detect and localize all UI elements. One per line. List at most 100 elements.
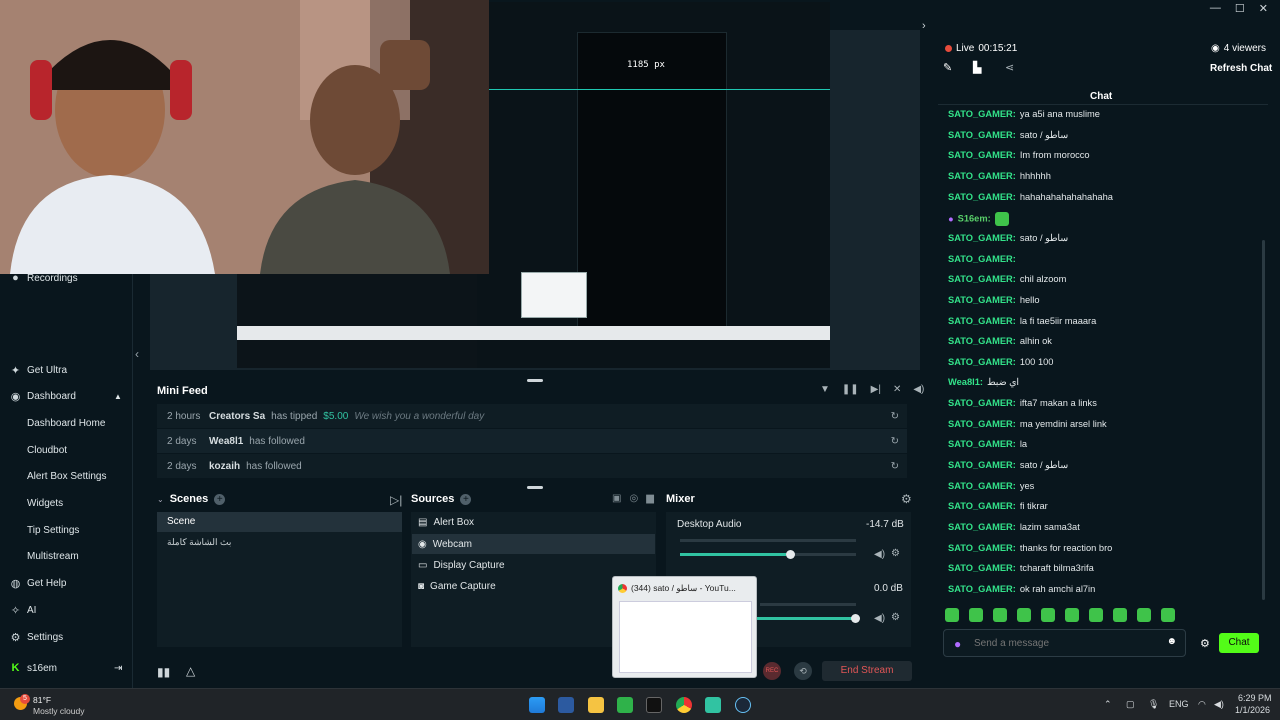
drag-handle[interactable] [527,379,543,382]
emote-icon[interactable] [1137,608,1151,622]
scene-transition-icon[interactable]: ▷| [390,493,402,507]
tray-chevron-icon[interactable]: ⌃ [1104,699,1112,710]
tray-mic-icon[interactable]: 🎙 [1148,699,1159,710]
source-item[interactable]: ▤ Alert Box [412,512,655,532]
emote-icon[interactable] [969,608,983,622]
folder-icon[interactable]: ▆ [646,493,654,504]
maximize-button[interactable]: ☐ [1235,2,1245,15]
emote-icon[interactable] [1089,608,1103,622]
nav-settings[interactable]: ⚙ Settings [10,631,64,644]
collapse-nav-icon[interactable]: ‹ [135,347,139,361]
dashboard-icon[interactable]: ▙ [973,61,981,74]
tray-app-icon[interactable]: ▢ [1126,699,1135,710]
mixer-settings-icon[interactable]: ⚙ [901,492,912,506]
feed-user[interactable]: Wea8l1 [209,436,243,447]
alert-test-icon[interactable]: △ [186,664,195,678]
chat-username[interactable]: SATO_GAMER: [948,316,1016,326]
nav-dashboard[interactable]: ◉ Dashboard ▲ [10,390,122,403]
store-icon[interactable] [558,697,574,713]
chat-username[interactable]: SATO_GAMER: [948,274,1016,284]
clock-time[interactable]: 6:29 PM [1238,693,1272,703]
chat-username[interactable]: SATO_GAMER: [948,584,1016,594]
chat-username[interactable]: SATO_GAMER: [948,501,1016,511]
volume-slider-track[interactable] [680,553,856,556]
nav-multistream[interactable]: Multistream [27,551,79,562]
chat-username[interactable]: SATO_GAMER: [948,109,1016,119]
app-green-icon[interactable] [617,697,633,713]
chat-username[interactable]: SATO_GAMER: [948,460,1016,470]
channel-settings-icon[interactable]: ⚙ [891,612,900,623]
emote-icon[interactable] [993,608,1007,622]
nav-tip-settings[interactable]: Tip Settings [27,525,79,536]
emote-icon[interactable] [1161,608,1175,622]
clock-date[interactable]: 1/1/2026 [1235,705,1270,715]
chat-scrollbar[interactable] [1262,240,1265,600]
emote-icon[interactable] [1017,608,1031,622]
weather-widget[interactable]: 5 81°F Mostly cloudy [10,692,100,718]
chat-username[interactable]: SATO_GAMER: [948,563,1016,573]
refresh-chat-button[interactable]: Refresh Chat [1210,63,1272,74]
skip-icon[interactable]: ▶| [871,384,881,395]
mic-icon[interactable]: ● [954,637,961,651]
emote-icon[interactable] [945,608,959,622]
chat-username[interactable]: SATO_GAMER: [948,357,1016,367]
feed-user[interactable]: Creators Sa [209,411,265,422]
mute-alerts-icon[interactable]: ✕ [893,384,901,395]
logout-icon[interactable]: ⇥ [114,663,122,674]
chat-username[interactable]: SATO_GAMER: [948,130,1016,140]
language-indicator[interactable]: ENG [1169,699,1189,709]
share-icon[interactable]: ⋖ [1005,61,1014,74]
volume-icon[interactable]: ◀) [913,384,924,395]
drag-handle[interactable] [527,486,543,489]
wifi-icon[interactable]: ◠ [1198,699,1206,710]
chat-username[interactable]: SATO_GAMER: [948,419,1016,429]
steam-icon[interactable] [735,697,751,713]
volume-icon[interactable]: ◀) [1214,699,1224,710]
chat-message-input[interactable] [974,635,1154,652]
source-item[interactable]: ▭ Display Capture [412,555,655,575]
replay-icon[interactable]: ↻ [891,411,899,422]
minimize-button[interactable]: — [1210,2,1221,15]
nav-get-ultra[interactable]: ✦ Get Ultra [10,364,67,377]
nav-get-help[interactable]: ◍ Get Help [10,577,67,590]
replay-icon[interactable]: ↻ [891,461,899,472]
nav-user[interactable]: Ks16em ⇥ [10,662,123,674]
nav-alert-box-settings[interactable]: Alert Box Settings [27,471,106,482]
chat-username[interactable]: SATO_GAMER: [948,295,1016,305]
end-stream-button[interactable]: End Stream [822,661,912,681]
edit-stream-icon[interactable]: ✎ [943,61,952,74]
pause-icon[interactable]: ❚❚ [842,384,859,395]
collapse-chat-icon[interactable]: › [922,20,926,32]
record-button[interactable]: REC [763,662,781,680]
chat-username[interactable]: S16em: [958,214,991,224]
send-chat-button[interactable]: Chat [1219,633,1259,653]
group-icon[interactable]: ▣ [612,493,621,504]
visibility-icon[interactable]: ◎ [629,493,638,504]
filter-icon[interactable]: ▼ [820,384,830,395]
chat-username[interactable]: Wea8l1: [948,377,983,387]
emoji-icon[interactable]: ☻ [1166,636,1177,647]
chat-username[interactable]: SATO_GAMER: [948,543,1016,553]
chat-settings-icon[interactable]: ⚙ [1200,637,1210,650]
volume-slider-handle[interactable] [851,614,860,623]
chat-username[interactable]: SATO_GAMER: [948,150,1016,160]
channel-settings-icon[interactable]: ⚙ [891,548,900,559]
performance-icon[interactable]: ▮▮ [157,665,170,679]
emote-icon[interactable] [1041,608,1055,622]
chat-username[interactable]: SATO_GAMER: [948,233,1016,243]
add-source-icon[interactable]: + [460,493,472,505]
windows-start-icon[interactable] [529,697,545,713]
speaker-icon[interactable]: ◀) [874,549,885,560]
close-button[interactable]: ✕ [1259,2,1268,15]
chevron-down-icon[interactable]: ⌄ [157,495,164,504]
file-explorer-icon[interactable] [588,697,604,713]
chat-username[interactable]: SATO_GAMER: [948,254,1016,264]
chat-username[interactable]: SATO_GAMER: [948,336,1016,346]
nav-ai[interactable]: ✧ AI [10,604,37,617]
chat-username[interactable]: SATO_GAMER: [948,481,1016,491]
source-item[interactable]: ◉ Webcam [412,534,655,554]
capcut-icon[interactable] [646,697,662,713]
streamlabs-icon[interactable] [705,697,721,713]
replay-buffer-button[interactable]: ⟲ [794,662,812,680]
scene-item[interactable]: Scene [157,512,402,532]
